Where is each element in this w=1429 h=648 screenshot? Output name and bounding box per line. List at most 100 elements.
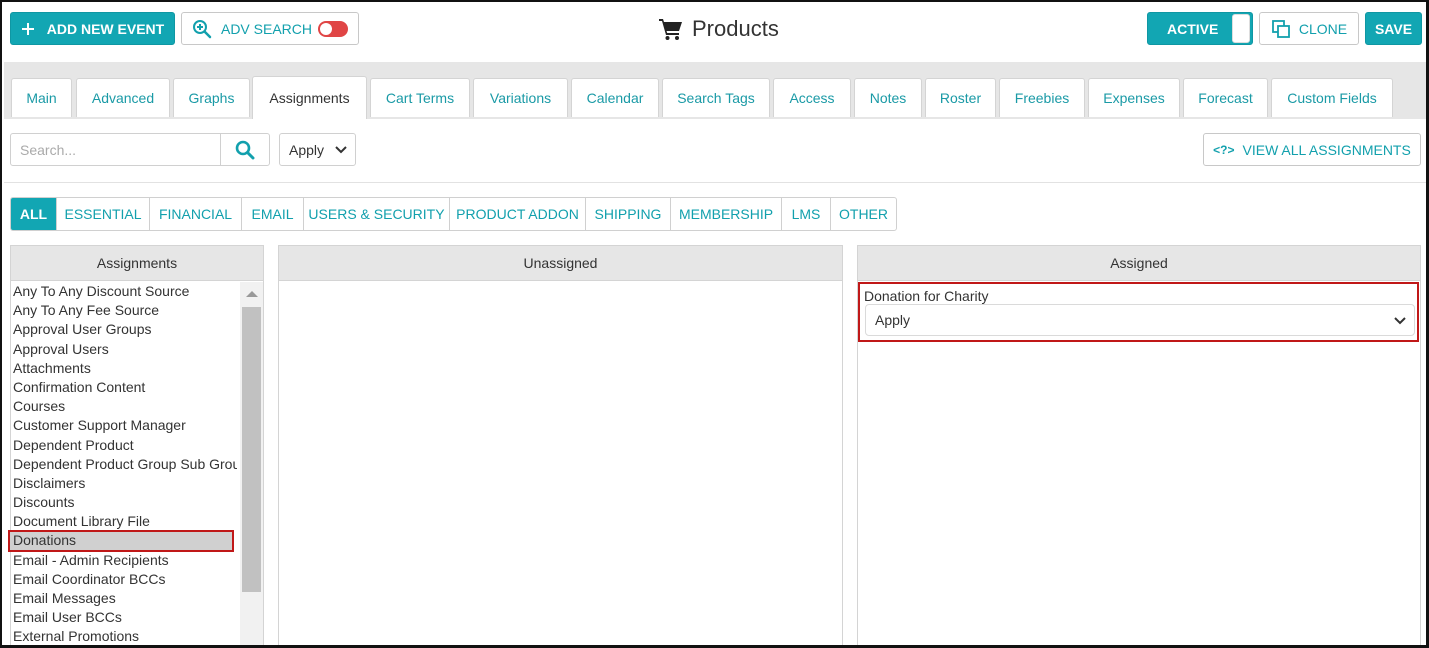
list-item[interactable]: Email User BCCs (11, 608, 237, 627)
list-item[interactable]: Email Coordinator BCCs (11, 570, 237, 589)
scroll-up-arrow-icon[interactable] (246, 291, 258, 297)
clone-label: CLONE (1298, 20, 1348, 37)
list-item[interactable]: Any To Any Discount Source (11, 282, 237, 301)
adv-search-button[interactable]: ADV SEARCH (181, 12, 359, 45)
tab-label: Calendar (586, 90, 644, 106)
list-item[interactable]: External Promotions (11, 627, 237, 645)
category-label: SHIPPING (594, 206, 662, 222)
tab-label: Access (789, 90, 835, 106)
tab-notes[interactable]: Notes (854, 78, 922, 117)
category-product-addon[interactable]: PRODUCT ADDON (449, 198, 585, 230)
search-button[interactable] (220, 134, 269, 165)
tab-expenses[interactable]: Expenses (1088, 78, 1180, 117)
page-title: Products (658, 16, 779, 42)
tab-search-tags[interactable]: Search Tags (662, 78, 770, 117)
unassigned-panel: Unassigned (278, 245, 843, 645)
tab-forecast[interactable]: Forecast (1183, 78, 1268, 117)
category-lms[interactable]: LMS (781, 198, 830, 230)
code-icon: <?> (1213, 142, 1235, 157)
category-label: MEMBERSHIP (678, 206, 774, 222)
zoom-in-icon (192, 19, 212, 38)
list-item[interactable]: Disclaimers (11, 474, 237, 493)
tab-roster[interactable]: Roster (925, 78, 996, 117)
category-label: LMS (791, 206, 821, 222)
tab-assignments[interactable]: Assignments (252, 76, 367, 119)
list-item[interactable]: Email Messages (11, 589, 237, 608)
assignments-scrollbar[interactable] (240, 282, 263, 645)
adv-search-toggle[interactable] (318, 20, 349, 37)
assigned-item-select[interactable]: Apply (865, 304, 1415, 336)
active-toggle-knob (1232, 14, 1250, 43)
bulk-apply-select[interactable]: Apply (279, 133, 356, 166)
tab-label: Cart Terms (385, 90, 455, 106)
view-all-assignments-button[interactable]: <?> VIEW ALL ASSIGNMENTS (1203, 133, 1421, 166)
category-membership[interactable]: MEMBERSHIP (670, 198, 781, 230)
category-label: EMAIL (251, 206, 294, 222)
add-new-event-label: ADD NEW EVENT (46, 20, 165, 37)
list-item[interactable]: Customer Support Manager (11, 416, 237, 435)
tab-freebies[interactable]: Freebies (999, 78, 1085, 117)
tab-main[interactable]: Main (11, 78, 72, 117)
tab-label: Notes (869, 90, 907, 106)
list-item[interactable]: Dependent Product Group Sub Grou (11, 455, 237, 474)
divider (4, 182, 1426, 183)
tab-label: Advanced (91, 90, 155, 106)
category-shipping[interactable]: SHIPPING (585, 198, 670, 230)
tab-label: Graphs (188, 90, 235, 106)
tab-variations[interactable]: Variations (473, 78, 568, 117)
category-label: FINANCIAL (158, 206, 233, 222)
category-all[interactable]: ALL (11, 198, 56, 230)
adv-search-label: ADV SEARCH (220, 20, 313, 37)
tab-strip: Main Advanced Graphs Assignments Cart Te… (4, 62, 1426, 119)
list-item[interactable]: Approval Users (11, 340, 237, 359)
list-item[interactable]: Approval User Groups (11, 320, 237, 339)
assignments-list[interactable]: Any To Any Discount Source Any To Any Fe… (8, 282, 237, 645)
add-new-event-button[interactable]: ADD NEW EVENT (10, 12, 175, 45)
page-title-text: Products (692, 16, 779, 41)
category-financial[interactable]: FINANCIAL (149, 198, 241, 230)
list-item[interactable]: Any To Any Fee Source (11, 301, 237, 320)
list-item[interactable]: Courses (11, 397, 237, 416)
tab-label: Main (26, 90, 57, 106)
category-other[interactable]: OTHER (830, 198, 896, 230)
tab-custom-fields[interactable]: Custom Fields (1271, 78, 1393, 117)
save-button[interactable]: SAVE (1365, 12, 1422, 45)
category-label: ESSENTIAL (64, 206, 142, 222)
tab-cart-terms[interactable]: Cart Terms (370, 78, 470, 117)
active-toggle[interactable]: ACTIVE (1147, 12, 1253, 45)
assigned-panel: Assigned Donation for Charity Apply (857, 245, 1421, 645)
list-item[interactable]: Confirmation Content (11, 378, 237, 397)
list-item[interactable]: Document Library File (11, 512, 237, 531)
app-frame: ADD NEW EVENT ADV SEARCH Products ACTIVE (0, 0, 1429, 648)
chevron-down-icon (335, 146, 347, 154)
list-item[interactable]: Attachments (11, 359, 237, 378)
list-item[interactable]: Email - Admin Recipients (11, 551, 237, 570)
tab-label: Variations (489, 90, 552, 106)
view-all-assignments-label: VIEW ALL ASSIGNMENTS (1242, 141, 1411, 158)
tab-calendar[interactable]: Calendar (571, 78, 659, 117)
assignments-panel-title: Assignments (11, 246, 263, 281)
list-item[interactable]: Discounts (11, 493, 237, 512)
clone-button[interactable]: CLONE (1259, 12, 1359, 45)
category-email[interactable]: EMAIL (241, 198, 303, 230)
assignments-panel: Assignments Any To Any Discount Source A… (8, 245, 264, 645)
category-users-security[interactable]: USERS & SECURITY (303, 198, 449, 230)
tab-advanced[interactable]: Advanced (76, 78, 170, 117)
category-label: USERS & SECURITY (308, 206, 445, 222)
scrollbar-thumb[interactable] (242, 307, 261, 592)
tab-graphs[interactable]: Graphs (173, 78, 250, 117)
list-item[interactable]: Dependent Product (11, 436, 237, 455)
tab-access[interactable]: Access (773, 78, 851, 117)
tab-label: Search Tags (677, 90, 755, 106)
tab-label: Freebies (1014, 90, 1070, 106)
tab-label: Expenses (1103, 90, 1165, 106)
category-label: PRODUCT ADDON (456, 206, 579, 222)
active-label: ACTIVE (1167, 20, 1219, 37)
category-filter: ALL ESSENTIAL FINANCIAL EMAIL USERS & SE… (10, 197, 897, 231)
assigned-item-label: Donation for Charity (864, 288, 989, 304)
search-input[interactable] (11, 134, 221, 165)
save-label: SAVE (1374, 20, 1413, 37)
tab-label: Custom Fields (1287, 90, 1377, 106)
list-item-selected[interactable]: Donations (8, 530, 234, 552)
category-essential[interactable]: ESSENTIAL (56, 198, 149, 230)
